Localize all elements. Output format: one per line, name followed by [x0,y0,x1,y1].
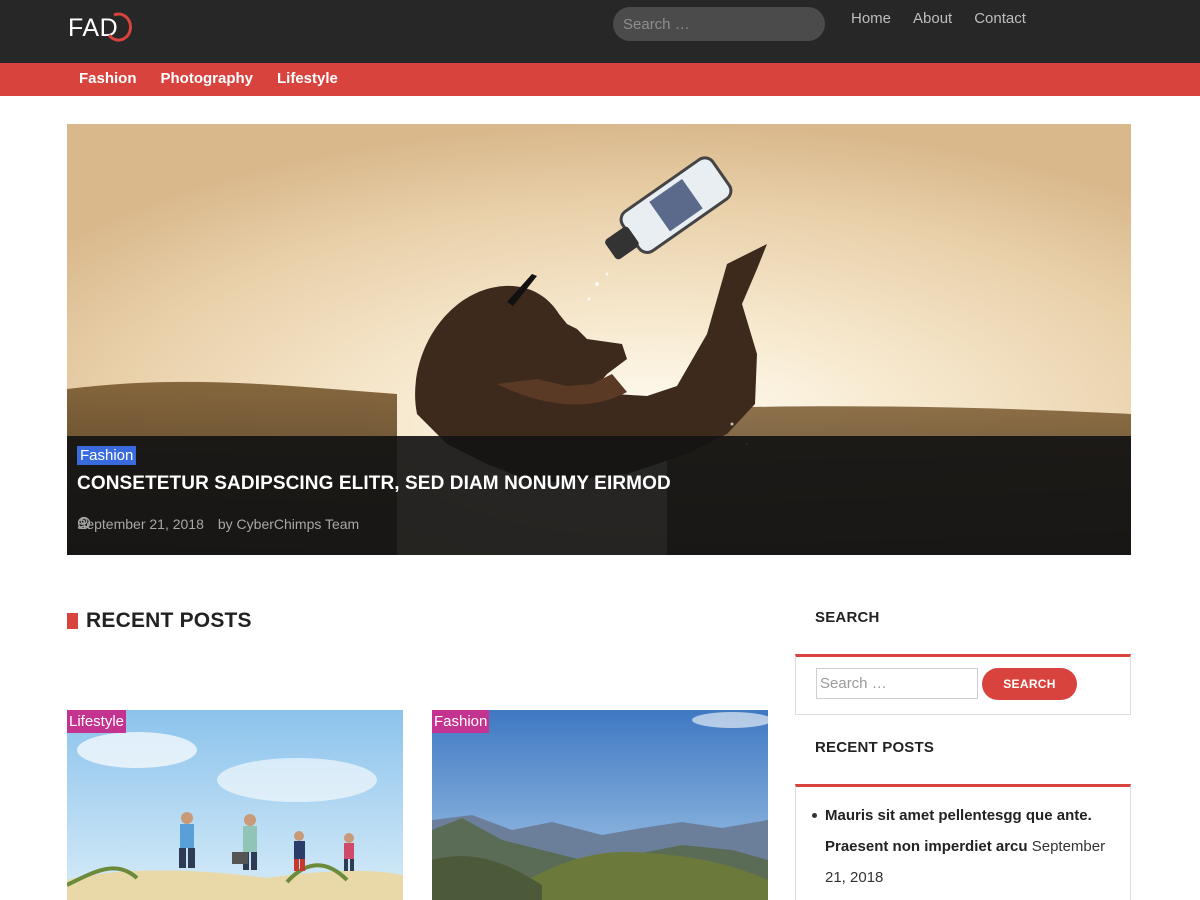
logo-ring-icon [107,12,132,42]
post-card-image [432,710,768,900]
sidebar-search-button[interactable]: SEARCH [982,668,1077,700]
category-link-photography[interactable]: Photography [161,70,254,87]
sidebar-search-input[interactable] [816,668,978,699]
sidebar-recent-posts-list: Mauris sit amet pellentesgg que ante. Pr… [810,800,1110,893]
featured-post-meta: September 21, 2018 by CyberChimps Team [77,516,359,532]
nav-link-contact[interactable]: Contact [974,10,1026,27]
category-link-fashion[interactable]: Fashion [79,70,137,87]
featured-post-caption: Fashion CONSETETUR SADIPSCING ELITR, SED… [67,436,1131,555]
category-link-lifestyle[interactable]: Lifestyle [277,70,338,87]
featured-post-date[interactable]: September 21, 2018 [77,516,204,532]
header-nav: Home About Contact [851,10,1048,27]
top-header: FAD Home About Contact [0,0,1200,63]
sidebar-recent-posts-title: RECENT POSTS [815,739,935,756]
list-item: Mauris sit amet pellentesgg que ante. Pr… [810,800,1110,893]
nav-link-about[interactable]: About [913,10,952,27]
nav-link-home[interactable]: Home [851,10,891,27]
post-card[interactable]: Lifestyle [67,710,403,900]
site-logo[interactable]: FAD [68,10,134,48]
featured-post-title[interactable]: CONSETETUR SADIPSCING ELITR, SED DIAM NO… [77,473,671,495]
featured-post-category-badge[interactable]: Fashion [77,446,137,465]
post-card-category-badge[interactable]: Fashion [432,710,490,733]
recent-posts-heading: RECENT POSTS [67,609,252,633]
post-card-category-badge[interactable]: Lifestyle [67,710,127,733]
heading-marker [67,613,78,629]
post-card-image [67,710,403,900]
user-icon [78,517,90,530]
sidebar-search-title: SEARCH [815,609,880,626]
category-nav-bar: Fashion Photography Lifestyle [0,63,1200,96]
post-card[interactable]: Fashion [432,710,768,900]
recent-posts-heading-text: RECENT POSTS [86,609,252,632]
header-search-input[interactable] [613,7,825,41]
featured-post[interactable]: Fashion CONSETETUR SADIPSCING ELITR, SED… [67,124,1131,555]
featured-post-author[interactable]: by CyberChimps Team [218,516,359,532]
